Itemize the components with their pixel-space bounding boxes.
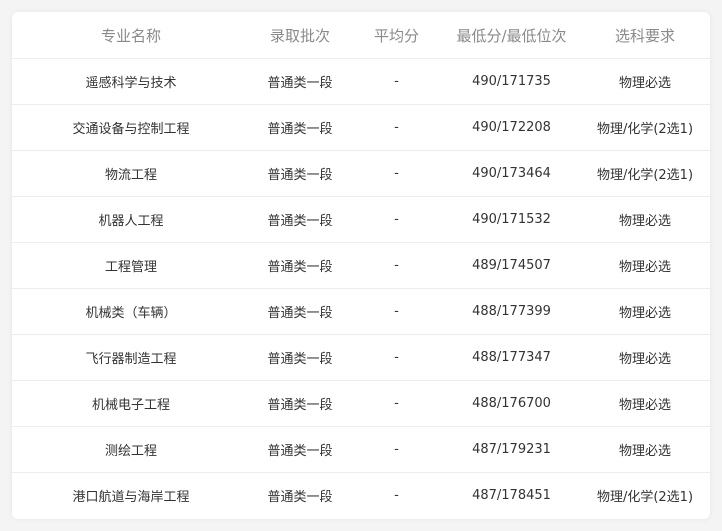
cell-min-score-rank: 488/177347 bbox=[443, 334, 580, 381]
table-body: 遥感科学与技术 普通类一段 - 490/171735 物理必选 交通设备与控制工… bbox=[12, 58, 710, 519]
cell-min-score-rank: 490/172208 bbox=[443, 104, 580, 151]
table-row: 港口航道与海岸工程 普通类一段 - 487/178451 物理/化学(2选1) bbox=[12, 473, 710, 519]
table-row: 机器人工程 普通类一段 - 490/171532 物理必选 bbox=[12, 196, 710, 243]
table-row: 工程管理 普通类一段 - 489/174507 物理必选 bbox=[12, 242, 710, 289]
admission-table-card: 专业名称 录取批次 平均分 最低分/最低位次 选科要求 遥感科学与技术 普通类一… bbox=[12, 12, 710, 519]
cell-subject-requirement: 物理必选 bbox=[580, 380, 710, 427]
table-row: 交通设备与控制工程 普通类一段 - 490/172208 物理/化学(2选1) bbox=[12, 104, 710, 151]
table-row: 机械类（车辆） 普通类一段 - 488/177399 物理必选 bbox=[12, 288, 710, 335]
cell-major-name: 遥感科学与技术 bbox=[12, 58, 250, 105]
cell-subject-requirement: 物理必选 bbox=[580, 334, 710, 381]
cell-batch: 普通类一段 bbox=[250, 380, 350, 427]
table-row: 测绘工程 普通类一段 - 487/179231 物理必选 bbox=[12, 426, 710, 473]
cell-subject-requirement: 物理必选 bbox=[580, 288, 710, 335]
cell-min-score-rank: 488/176700 bbox=[443, 380, 580, 427]
table-row: 飞行器制造工程 普通类一段 - 488/177347 物理必选 bbox=[12, 334, 710, 381]
table-row: 遥感科学与技术 普通类一段 - 490/171735 物理必选 bbox=[12, 58, 710, 105]
cell-batch: 普通类一段 bbox=[250, 104, 350, 151]
cell-batch: 普通类一段 bbox=[267, 490, 333, 505]
cell-min-score-rank: 488/177399 bbox=[443, 288, 580, 335]
cell-min-score-rank: 490/173464 bbox=[443, 150, 580, 197]
table-header: 专业名称 录取批次 平均分 最低分/最低位次 选科要求 bbox=[12, 12, 710, 59]
cell-batch: 普通类一段 bbox=[250, 334, 350, 381]
header-average-score: 平均分 bbox=[350, 12, 443, 59]
cell-subject-requirement: 物理必选 bbox=[580, 196, 710, 243]
cell-average: - bbox=[350, 288, 443, 335]
cell-major-name: 机器人工程 bbox=[12, 196, 250, 243]
cell-batch: 普通类一段 bbox=[250, 426, 350, 473]
header-admission-batch: 录取批次 bbox=[250, 12, 350, 59]
cell-min-score-rank: 490/171532 bbox=[443, 196, 580, 243]
header-min-score-rank: 最低分/最低位次 bbox=[443, 12, 580, 59]
cell-major-name: 测绘工程 bbox=[12, 426, 250, 473]
cell-average: - bbox=[350, 426, 443, 473]
cell-major-name: 物流工程 bbox=[12, 150, 250, 197]
cell-average: - bbox=[394, 488, 399, 503]
cell-min-score-rank: 487/178451 bbox=[472, 488, 551, 503]
cell-subject-requirement: 物理/化学(2选1) bbox=[580, 104, 710, 151]
cell-average: - bbox=[350, 196, 443, 243]
cell-average: - bbox=[350, 380, 443, 427]
cell-min-score-rank: 490/171735 bbox=[443, 58, 580, 105]
admission-table: 专业名称 录取批次 平均分 最低分/最低位次 选科要求 遥感科学与技术 普通类一… bbox=[12, 12, 710, 518]
cell-major-name: 机械类（车辆） bbox=[12, 288, 250, 335]
cell-subject-requirement: 物理/化学(2选1) bbox=[596, 490, 694, 505]
cell-batch: 普通类一段 bbox=[250, 196, 350, 243]
header-subject-requirement: 选科要求 bbox=[580, 12, 710, 59]
cell-subject-requirement: 物理必选 bbox=[580, 426, 710, 473]
cell-average: - bbox=[350, 242, 443, 289]
cell-major-name: 机械电子工程 bbox=[12, 380, 250, 427]
cell-subject-requirement: 物理/化学(2选1) bbox=[580, 150, 710, 197]
header-row: 专业名称 录取批次 平均分 最低分/最低位次 选科要求 bbox=[12, 12, 710, 59]
cell-batch: 普通类一段 bbox=[250, 150, 350, 197]
cell-min-score-rank: 489/174507 bbox=[443, 242, 580, 289]
header-major-name: 专业名称 bbox=[12, 12, 250, 59]
table-row: 机械电子工程 普通类一段 - 488/176700 物理必选 bbox=[12, 380, 710, 427]
table-row: 物流工程 普通类一段 - 490/173464 物理/化学(2选1) bbox=[12, 150, 710, 197]
cell-subject-requirement: 物理必选 bbox=[580, 58, 710, 105]
cell-average: - bbox=[350, 150, 443, 197]
cell-major-name: 交通设备与控制工程 bbox=[12, 104, 250, 151]
cell-major-name: 工程管理 bbox=[12, 242, 250, 289]
cell-average: - bbox=[350, 58, 443, 105]
cell-subject-requirement: 物理必选 bbox=[580, 242, 710, 289]
cell-batch: 普通类一段 bbox=[250, 58, 350, 105]
cell-average: - bbox=[350, 104, 443, 151]
cell-min-score-rank: 487/179231 bbox=[443, 426, 580, 473]
cell-major-name: 飞行器制造工程 bbox=[12, 334, 250, 381]
cell-batch: 普通类一段 bbox=[250, 288, 350, 335]
cell-batch: 普通类一段 bbox=[250, 242, 350, 289]
cell-major-name: 港口航道与海岸工程 bbox=[72, 490, 190, 505]
cell-average: - bbox=[350, 334, 443, 381]
